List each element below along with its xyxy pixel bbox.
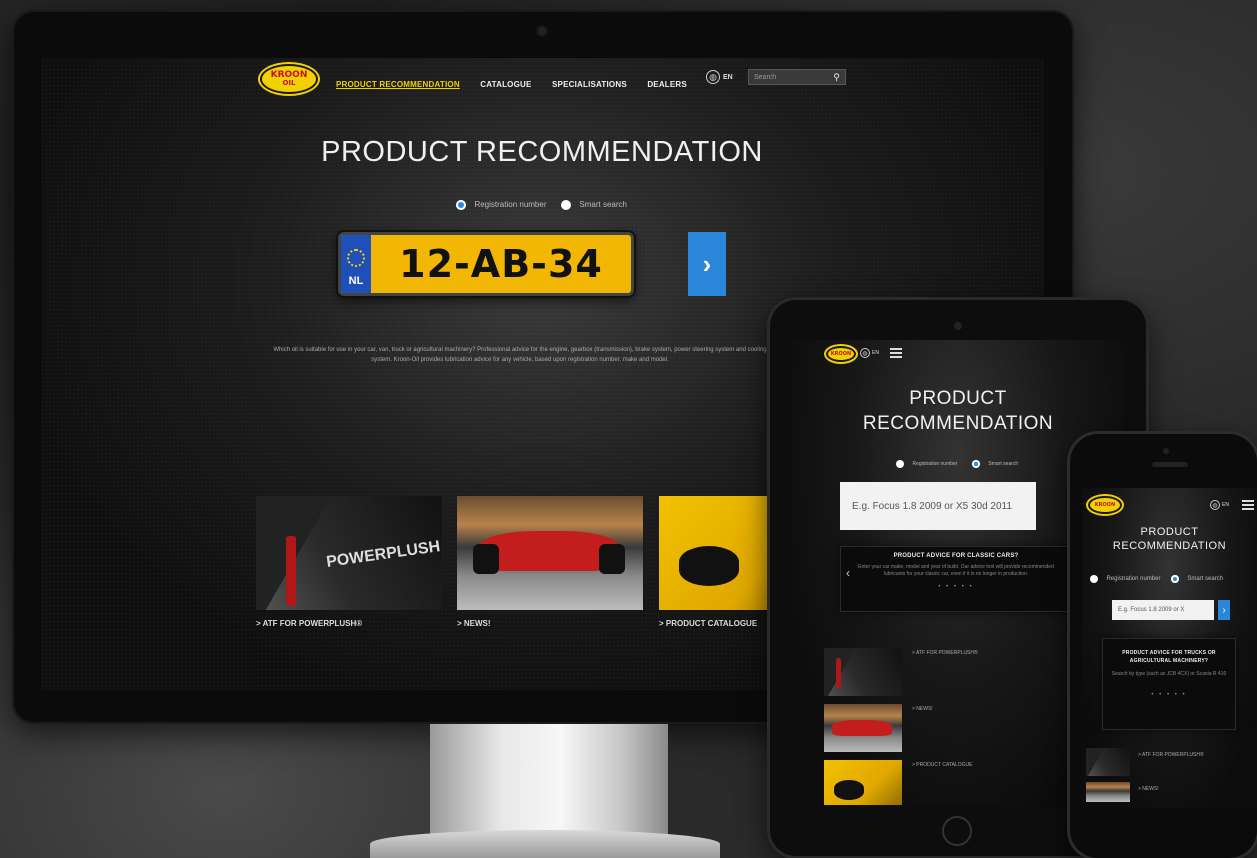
phone-speaker bbox=[1152, 462, 1188, 467]
eu-band: NL bbox=[341, 235, 371, 293]
language-switch[interactable]: ◍ EN bbox=[706, 70, 733, 84]
phone-radio-smart-label[interactable]: Smart search bbox=[1187, 576, 1223, 582]
phone-thumb-label-news[interactable]: > NEWS! bbox=[1138, 786, 1159, 792]
phone-title-line1: PRODUCT bbox=[1140, 526, 1199, 538]
tablet-search-mode-radios: Registration number Smart search bbox=[896, 455, 1028, 473]
phone-radio-registration[interactable] bbox=[1090, 574, 1098, 583]
phone-thumb-label-atf[interactable]: > ATF FOR POWERPLUSH® bbox=[1138, 752, 1204, 758]
language-code: EN bbox=[723, 73, 733, 81]
phone-language-code: EN bbox=[1222, 502, 1229, 508]
tank-icon bbox=[286, 536, 296, 606]
page-title: PRODUCT RECOMMENDATION bbox=[321, 136, 763, 168]
tablet-logo-text: KROON bbox=[830, 350, 852, 357]
globe-icon: ◍ bbox=[1210, 500, 1220, 510]
thumb-label-catalogue[interactable]: > PRODUCT CATALOGUE bbox=[659, 619, 757, 628]
eu-stars-icon bbox=[347, 249, 365, 267]
license-plate-input[interactable]: NL 12-AB-34 bbox=[338, 232, 634, 296]
tablet-title-line1: PRODUCT bbox=[909, 388, 1007, 409]
monitor-stand-base bbox=[370, 830, 720, 858]
thumb-label-news[interactable]: > NEWS! bbox=[457, 619, 491, 628]
search-icon[interactable]: ⚲ bbox=[833, 72, 840, 83]
tablet-thumb-atf[interactable] bbox=[824, 648, 902, 696]
intro-description: Which oil is suitable for use in your ca… bbox=[273, 347, 767, 363]
tablet-radio-registration-label[interactable]: Registration number bbox=[912, 461, 957, 467]
tablet-advice-card: PRODUCT ADVICE FOR CLASSIC CARS? Enter y… bbox=[840, 546, 1072, 612]
tablet-thumb-label-atf[interactable]: > ATF FOR POWERPLUSH® bbox=[912, 650, 978, 656]
f1-car-icon bbox=[479, 531, 619, 571]
phone-camera bbox=[1163, 448, 1169, 454]
phone-thumb-news[interactable] bbox=[1086, 782, 1130, 802]
phone-radio-smart[interactable] bbox=[1170, 574, 1179, 583]
search-mode-radios: Registration number Smart search bbox=[456, 196, 637, 214]
nav-specialisations[interactable]: SPECIALISATIONS bbox=[552, 80, 627, 89]
nav-catalogue[interactable]: CATALOGUE bbox=[480, 80, 531, 89]
phone-title-line2: RECOMMENDATION bbox=[1112, 540, 1227, 552]
tablet-thumb-label-catalogue[interactable]: > PRODUCT CATALOGUE bbox=[912, 762, 972, 768]
tank-icon bbox=[836, 658, 841, 688]
monitor-camera bbox=[536, 25, 548, 37]
radio-smart-search-label[interactable]: Smart search bbox=[579, 200, 627, 209]
phone-smart-search-input[interactable]: E.g. Focus 1.8 2009 or X bbox=[1112, 600, 1214, 620]
phone-radio-registration-label[interactable]: Registration number bbox=[1106, 576, 1160, 582]
phone-logo[interactable]: KROON bbox=[1088, 496, 1122, 514]
phone-advice-title: PRODUCT ADVICE FOR TRUCKS OR AGRICULTURA… bbox=[1122, 650, 1216, 664]
hamburger-menu-icon[interactable] bbox=[890, 348, 902, 358]
main-nav: PRODUCT RECOMMENDATION CATALOGUE SPECIAL… bbox=[336, 74, 703, 92]
phone-language-switch[interactable]: ◍ EN bbox=[1210, 500, 1229, 510]
phone-carousel-dots[interactable]: • • • • • bbox=[1111, 692, 1227, 698]
tablet-thumb-label-news[interactable]: > NEWS! bbox=[912, 706, 933, 712]
plate-country: NL bbox=[348, 275, 364, 287]
nav-dealers[interactable]: DEALERS bbox=[647, 80, 687, 89]
phone-thumb-atf[interactable] bbox=[1086, 748, 1130, 776]
thumb-brand-text: POWERPLUSH bbox=[325, 538, 442, 571]
chevron-right-icon: › bbox=[702, 248, 712, 279]
monitor-stand bbox=[430, 724, 668, 836]
search-input[interactable]: Search bbox=[754, 74, 776, 81]
kroon-oil-logo[interactable]: KROON OIL bbox=[260, 64, 318, 94]
radio-registration-label[interactable]: Registration number bbox=[474, 200, 546, 209]
globe-icon: ◍ bbox=[706, 70, 720, 84]
tablet-advice-title: PRODUCT ADVICE FOR CLASSIC CARS? bbox=[893, 553, 1019, 559]
phone-device: KROON ◍ EN PRODUCT RECOMMENDATION Regist… bbox=[1070, 434, 1257, 858]
tablet-advice-body: Enter your car make, model and year of b… bbox=[858, 564, 1054, 577]
tablet-language-code: EN bbox=[872, 350, 879, 356]
phone-logo-text: KROON bbox=[1094, 501, 1116, 508]
radio-registration[interactable] bbox=[456, 199, 466, 210]
phone-search-mode-radios: Registration number Smart search bbox=[1090, 570, 1233, 588]
hamburger-menu-icon[interactable] bbox=[1242, 500, 1254, 510]
chevron-left-icon[interactable]: ‹ bbox=[846, 566, 850, 580]
plate-number[interactable]: 12-AB-34 bbox=[371, 235, 631, 293]
tablet-radio-smart-label[interactable]: Smart search bbox=[988, 461, 1018, 467]
tablet-language-switch[interactable]: ◍ EN bbox=[860, 348, 879, 358]
tablet-thumb-catalogue[interactable] bbox=[824, 760, 902, 805]
phone-advice-card: PRODUCT ADVICE FOR TRUCKS OR AGRICULTURA… bbox=[1102, 638, 1236, 730]
chevron-right-icon: › bbox=[1222, 604, 1226, 616]
oil-cap-icon bbox=[679, 546, 739, 586]
tablet-radio-registration[interactable] bbox=[896, 459, 904, 468]
tablet-smart-search-input[interactable]: E.g. Focus 1.8 2009 or X5 30d 2011 bbox=[840, 482, 1036, 530]
nav-product-recommendation[interactable]: PRODUCT RECOMMENDATION bbox=[336, 80, 460, 89]
thumb-atf-powerplush[interactable]: POWERPLUSH bbox=[256, 496, 442, 610]
f1-car-icon bbox=[832, 720, 892, 736]
tablet-carousel-dots[interactable]: • • • • • bbox=[855, 584, 1057, 590]
oil-cap-icon bbox=[834, 780, 864, 800]
globe-icon: ◍ bbox=[860, 348, 870, 358]
tablet-thumb-news[interactable] bbox=[824, 704, 902, 752]
submit-plate-button[interactable]: › bbox=[688, 232, 726, 296]
tablet-camera bbox=[954, 322, 962, 330]
phone-submit-button[interactable]: › bbox=[1218, 600, 1230, 620]
search-box[interactable]: Search ⚲ bbox=[748, 69, 846, 85]
tablet-radio-smart[interactable] bbox=[971, 459, 980, 468]
tablet-title-line2: RECOMMENDATION bbox=[862, 413, 1054, 434]
logo-bottom-text: OIL bbox=[282, 79, 296, 87]
thumb-label-atf[interactable]: > ATF FOR POWERPLUSH® bbox=[256, 619, 362, 628]
thumb-news[interactable] bbox=[457, 496, 643, 610]
tablet-logo[interactable]: KROON bbox=[826, 346, 856, 362]
phone-advice-body: Search by type (such as JCB 4CX) or Scan… bbox=[1111, 671, 1227, 677]
phone-screen: KROON ◍ EN PRODUCT RECOMMENDATION Regist… bbox=[1082, 488, 1257, 808]
tablet-home-button bbox=[942, 816, 972, 846]
radio-smart-search[interactable] bbox=[560, 199, 571, 210]
